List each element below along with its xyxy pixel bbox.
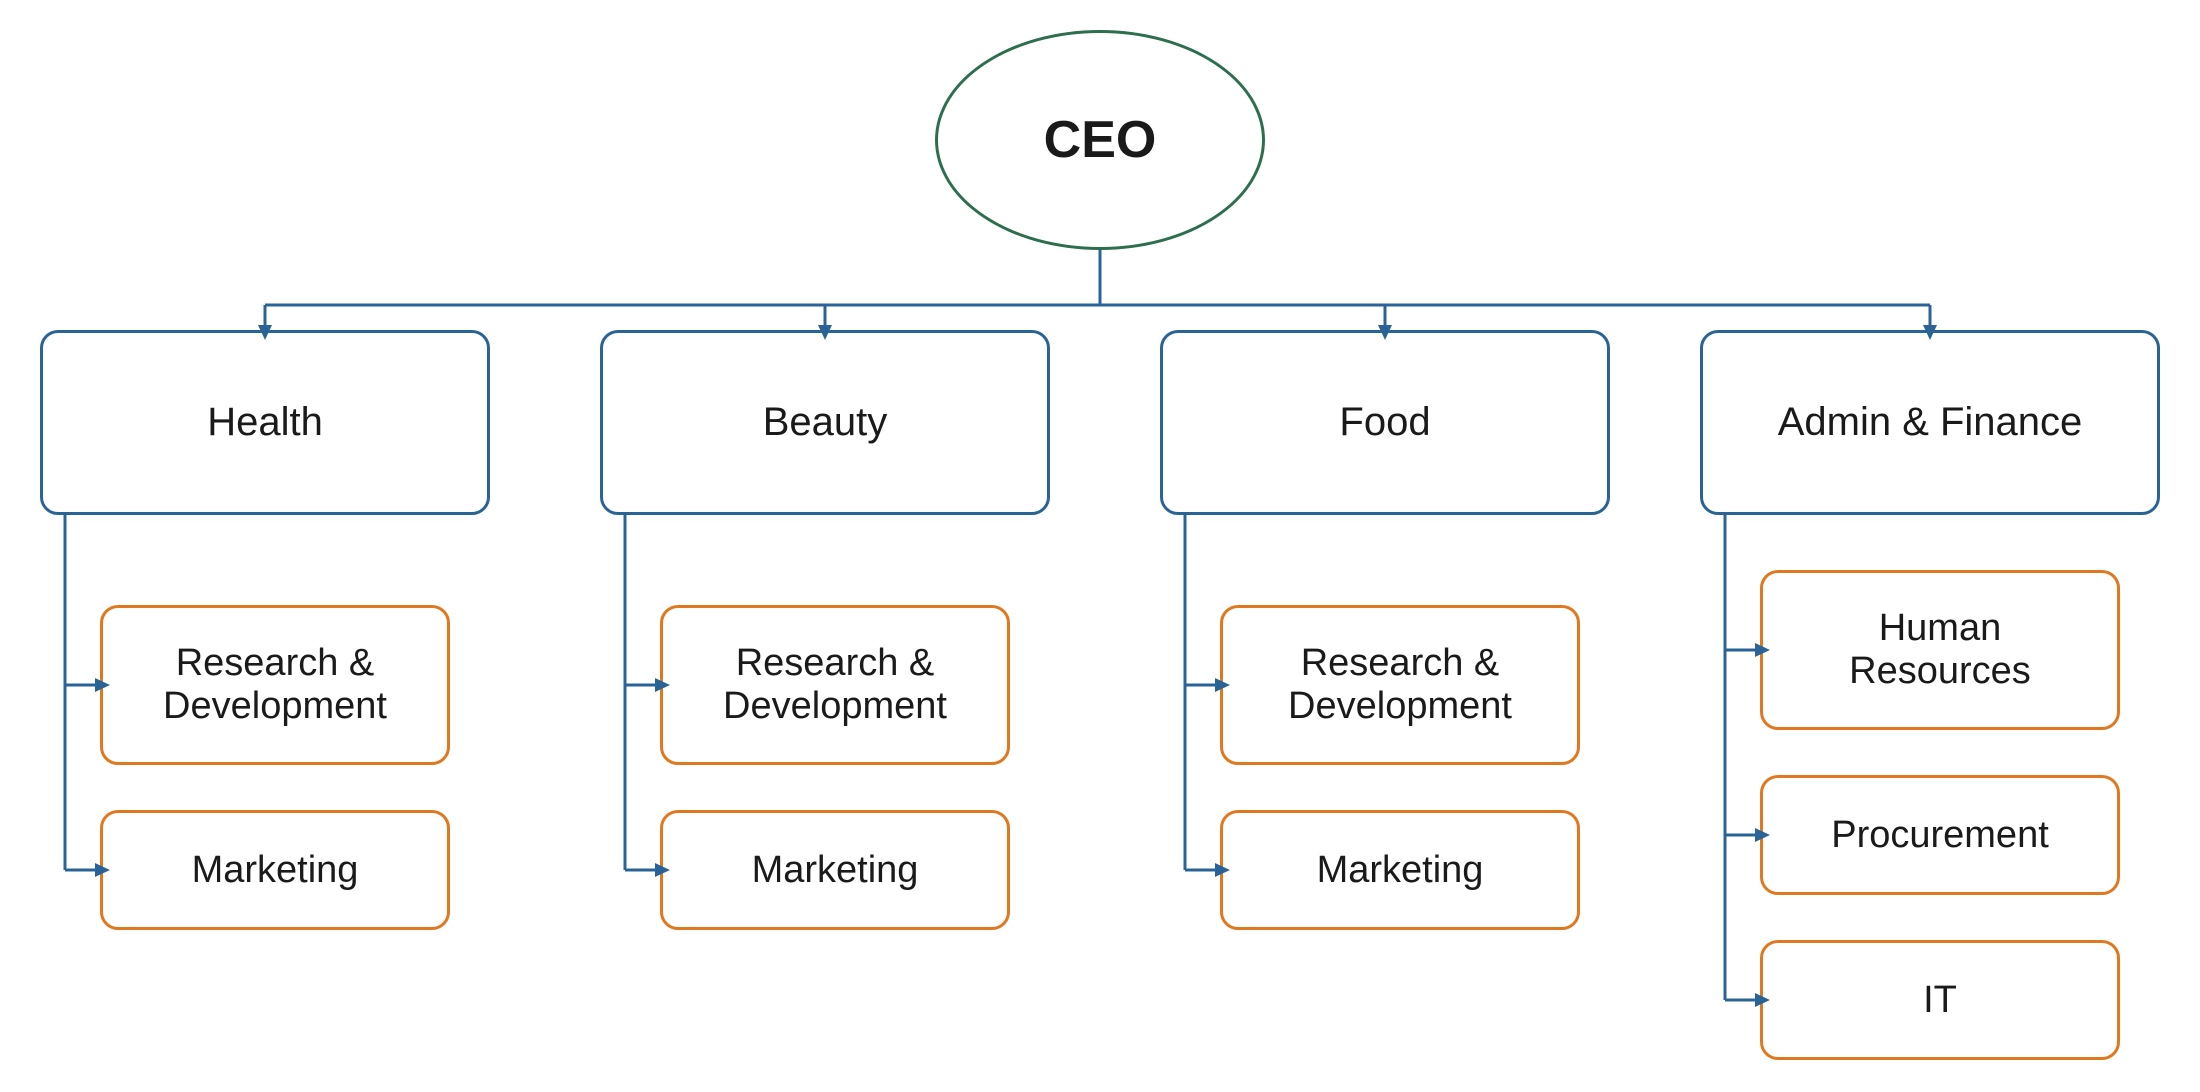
food-rd-box: Research &Development	[1220, 605, 1580, 765]
beauty-rd-box: Research &Development	[660, 605, 1010, 765]
admin-it-box: IT	[1760, 940, 2120, 1060]
ceo-node: CEO	[935, 30, 1265, 250]
food-mkt-box: Marketing	[1220, 810, 1580, 930]
admin-proc-box: Procurement	[1760, 775, 2120, 895]
health-rd-box: Research &Development	[100, 605, 450, 765]
org-chart: CEO Health Beauty Food Admin & Finance R…	[0, 0, 2200, 1092]
health-mkt-box: Marketing	[100, 810, 450, 930]
health-box: Health	[40, 330, 490, 515]
admin-hr-box: HumanResources	[1760, 570, 2120, 730]
beauty-box: Beauty	[600, 330, 1050, 515]
admin-box: Admin & Finance	[1700, 330, 2160, 515]
beauty-mkt-box: Marketing	[660, 810, 1010, 930]
ceo-label: CEO	[1044, 110, 1157, 170]
food-box: Food	[1160, 330, 1610, 515]
